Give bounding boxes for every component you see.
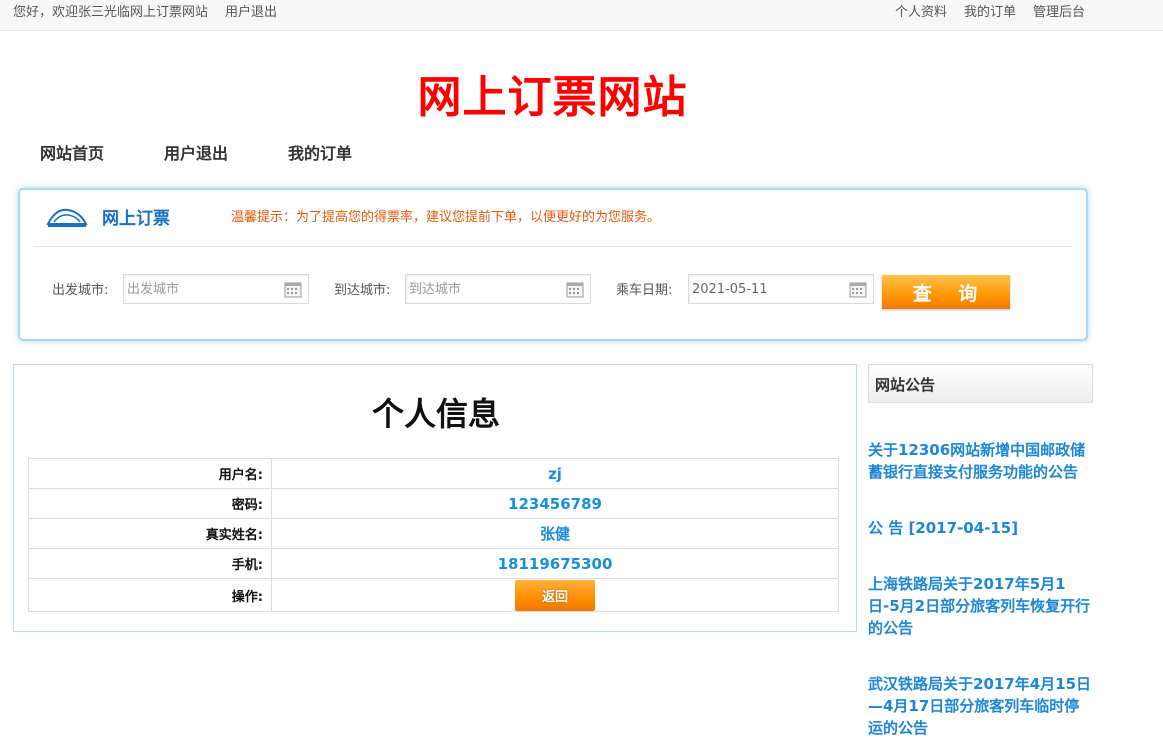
table-row: 手机: 18119675300 xyxy=(28,548,839,579)
notice-item[interactable]: 武汉铁路局关于2017年4月15日—4月17日部分旅客列车临时停运的公告 xyxy=(868,673,1093,739)
nav-my-orders[interactable]: 我的订单 xyxy=(288,143,352,165)
profile-link[interactable]: 个人资料 xyxy=(895,4,947,21)
welcome-text: 您好，欢迎张三光临网上订票网站 xyxy=(13,5,209,20)
profile-title: 个人信息 xyxy=(371,395,500,433)
notice-item[interactable]: 上海铁路局关于2017年5月1日-5月2日部分旅客列车恢复开行的公告 xyxy=(868,573,1093,639)
calendar-icon[interactable] xyxy=(849,280,867,298)
top-logout-link[interactable]: 用户退出 xyxy=(225,4,277,21)
phone-value: 18119675300 xyxy=(271,548,839,579)
from-city-label: 出发城市: xyxy=(52,283,109,298)
admin-link[interactable]: 管理后台 xyxy=(1033,4,1085,21)
booking-title: 网上订票 xyxy=(102,209,170,229)
realname-value: 张健 xyxy=(271,518,839,549)
booking-panel: 网上订票 温馨提示：为了提高您的得票率，建议您提前下单，以便更好的为您服务。 出… xyxy=(18,188,1088,341)
page: 您好，欢迎张三光临网上订票网站 用户退出 个人资料 我的订单 管理后台 网上订票… xyxy=(0,0,1163,755)
action-label: 操作: xyxy=(28,578,272,612)
from-city-input[interactable] xyxy=(124,275,308,303)
date-field xyxy=(688,274,874,304)
my-orders-link[interactable]: 我的订单 xyxy=(964,4,1016,21)
query-button[interactable]: 查 询 xyxy=(882,275,1010,309)
table-row: 用户名: zj xyxy=(28,458,839,489)
notice-header: 网站公告 xyxy=(868,364,1093,403)
notice-item[interactable]: 公 告 [2017-04-15] xyxy=(868,517,1093,539)
password-label: 密码: xyxy=(28,488,272,519)
phone-label: 手机: xyxy=(28,548,272,579)
to-city-field xyxy=(405,274,591,304)
train-logo-icon xyxy=(46,208,88,227)
booking-tip: 温馨提示：为了提高您的得票率，建议您提前下单，以便更好的为您服务。 xyxy=(231,210,661,225)
password-value: 123456789 xyxy=(271,488,839,519)
action-cell: 返回 xyxy=(271,578,839,612)
realname-label: 真实姓名: xyxy=(28,518,272,549)
profile-table: 用户名: zj 密码: 123456789 真实姓名: 张健 手机: 18119… xyxy=(28,458,839,612)
from-city-field xyxy=(123,274,309,304)
notice-header-title: 网站公告 xyxy=(875,376,936,394)
nav-home[interactable]: 网站首页 xyxy=(40,143,104,165)
table-row: 密码: 123456789 xyxy=(28,488,839,519)
date-input[interactable] xyxy=(689,275,873,303)
calendar-icon[interactable] xyxy=(566,280,584,298)
back-button[interactable]: 返回 xyxy=(515,579,595,611)
top-bar: 您好，欢迎张三光临网上订票网站 用户退出 个人资料 我的订单 管理后台 xyxy=(0,0,1163,31)
table-row: 真实姓名: 张健 xyxy=(28,518,839,549)
username-label: 用户名: xyxy=(28,458,272,489)
profile-panel: 个人信息 用户名: zj 密码: 123456789 真实姓名: 张健 手机: … xyxy=(13,364,857,632)
to-city-label: 到达城市: xyxy=(334,283,391,298)
nav-logout[interactable]: 用户退出 xyxy=(164,143,228,165)
table-row: 操作: 返回 xyxy=(28,578,839,612)
booking-divider xyxy=(34,246,1072,247)
to-city-input[interactable] xyxy=(406,275,590,303)
username-value: zj xyxy=(271,458,839,489)
site-title: 网上订票网站 xyxy=(417,72,688,123)
notice-item[interactable]: 关于12306网站新增中国邮政储蓄银行直接支付服务功能的公告 xyxy=(868,439,1093,483)
date-label: 乘车日期: xyxy=(616,283,673,298)
calendar-icon[interactable] xyxy=(284,280,302,298)
